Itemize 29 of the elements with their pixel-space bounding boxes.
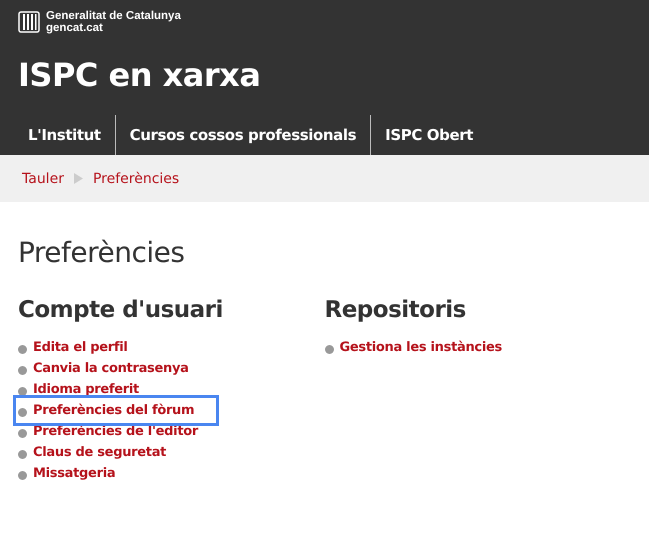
preference-link[interactable]: Canvia la contrasenya <box>33 361 189 376</box>
preference-link[interactable]: Preferències del fòrum <box>33 403 194 418</box>
page-title: Preferències <box>18 236 186 269</box>
site-title[interactable]: ISPC en xarxa <box>18 54 631 96</box>
nav-link[interactable]: L'Institut <box>14 115 115 155</box>
preference-link[interactable]: Edita el perfil <box>33 340 128 355</box>
bullet-icon <box>18 428 27 438</box>
nav-link[interactable]: Cursos cossos professionals <box>116 115 370 155</box>
section-title: Repositoris <box>324 297 467 323</box>
breadcrumb-link[interactable]: Tauler <box>22 170 64 186</box>
bullet-icon <box>18 470 27 480</box>
bullet-icon <box>18 450 27 458</box>
section-title: Compte d'usuari <box>18 297 224 323</box>
preference-link[interactable]: Missatgeria <box>33 466 116 481</box>
bullet-icon <box>18 386 27 396</box>
bullet-icon <box>324 344 334 354</box>
breadcrumb-link[interactable]: Preferències <box>92 170 180 186</box>
bullet-icon <box>18 366 27 374</box>
preference-link[interactable]: Gestiona les instàncies <box>340 340 502 355</box>
bullet-icon <box>18 344 27 354</box>
preference-link[interactable]: Idioma preferit <box>33 382 139 397</box>
nav-link[interactable]: ISPC Obert <box>371 115 488 155</box>
bullet-icon <box>18 408 27 416</box>
preference-link[interactable]: Preferències de l'editor <box>33 424 198 439</box>
preference-link[interactable]: Claus de seguretat <box>33 445 166 460</box>
brand-site[interactable]: gencat.cat <box>46 22 181 34</box>
separator-icon <box>74 173 83 184</box>
coat-of-arms-icon <box>18 11 40 33</box>
brand-name[interactable]: Generalitat de Catalunya <box>46 10 181 22</box>
